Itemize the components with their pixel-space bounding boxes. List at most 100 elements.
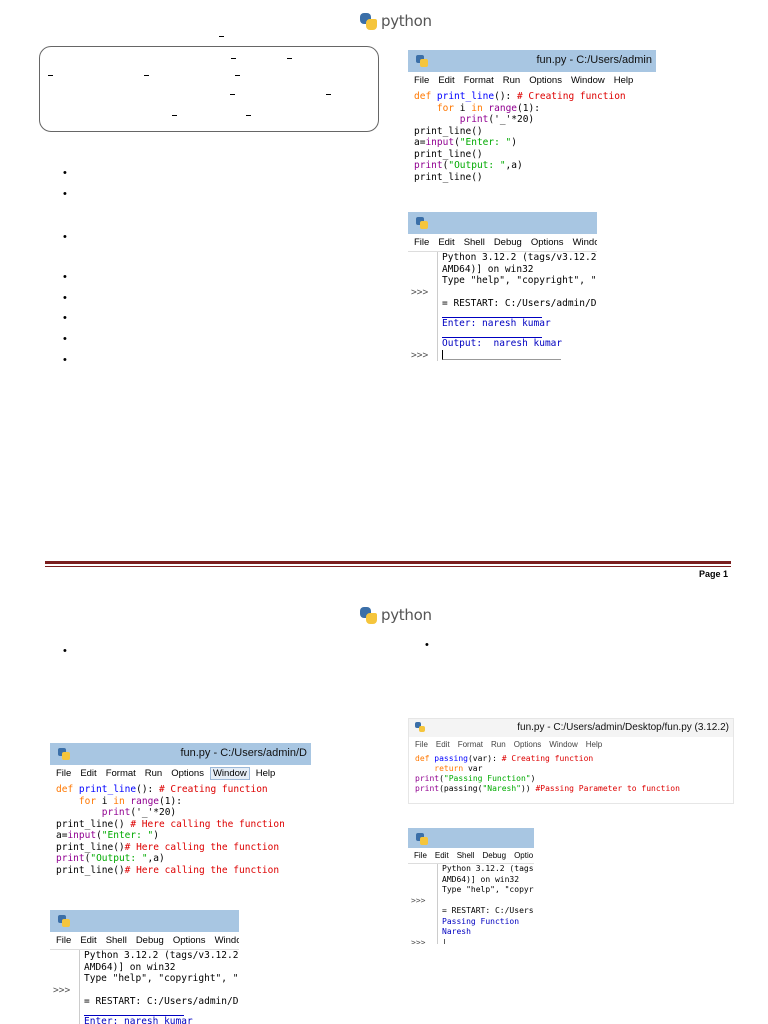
idle-app-icon — [416, 833, 428, 845]
editor-code[interactable]: def print_line(): # Creating function fo… — [50, 782, 311, 878]
editor-titlebar: fun.py - C:/Users/admin/Desktop/fun.py (… — [409, 719, 733, 737]
shell-menubar: File Edit Shell Debug Optio — [408, 848, 534, 863]
shell-text — [442, 310, 542, 318]
code-token: "Passing Function" — [443, 774, 531, 783]
text-dash — [230, 94, 235, 95]
menu-shell[interactable]: Shell — [464, 237, 485, 248]
menu-debug[interactable]: Debug — [136, 935, 164, 946]
code-token: ('_'*20) — [130, 807, 177, 818]
code-token: (): — [136, 784, 159, 795]
bullet: • — [63, 271, 67, 283]
bullet: • — [63, 292, 67, 304]
code-token: def — [414, 91, 437, 102]
menu-file[interactable]: File — [56, 768, 71, 779]
shell-line: = RESTART: C:/Users/admin/D — [408, 298, 597, 310]
menu-options[interactable]: Options — [529, 75, 562, 86]
editor-titlebar: fun.py - C:/Users/admin — [408, 50, 656, 72]
shell-line — [50, 1007, 239, 1016]
menu-format[interactable]: Format — [458, 740, 483, 749]
menu-file[interactable]: File — [415, 740, 428, 749]
shell-line: Type "help", "copyright", " — [50, 973, 239, 985]
code-token: "Output: " — [448, 160, 506, 171]
menu-window[interactable]: Window — [549, 740, 577, 749]
menu-edit[interactable]: Edit — [80, 768, 96, 779]
shell-text: = RESTART: C:/Users — [442, 906, 534, 915]
shell-text — [84, 1008, 184, 1016]
text-dash — [287, 58, 292, 59]
code-line: print('_'*20) — [414, 114, 650, 126]
menu-window[interactable]: Window — [209, 767, 250, 780]
code-token: print_line() — [414, 148, 483, 160]
menu-help[interactable]: Help — [586, 740, 602, 749]
menu-file[interactable]: File — [414, 237, 429, 248]
editor-code[interactable]: def passing(var): # Creating function re… — [409, 752, 733, 796]
shell-prompt — [50, 961, 80, 973]
menu-run[interactable]: Run — [491, 740, 506, 749]
shell-output[interactable]: Python 3.12.2 (tags/v3.12.2 AMD64)] on wi… — [408, 251, 597, 361]
menu-options[interactable]: Options — [514, 740, 542, 749]
code-token: ) — [530, 774, 536, 783]
menu-file[interactable]: File — [414, 75, 429, 86]
shell-text — [438, 896, 442, 907]
code-token: in — [471, 102, 483, 114]
menu-format[interactable]: Format — [464, 75, 494, 86]
shell-line: >>> — [408, 895, 534, 907]
text-dash — [172, 115, 177, 116]
code-line: print_line() — [414, 172, 650, 184]
code-token: # Creating function — [516, 91, 626, 102]
code-line: def print_line(): # Creating function — [414, 91, 650, 103]
shell-prompt — [50, 1016, 80, 1024]
idle-app-icon — [58, 915, 70, 927]
shell-text: Python 3.12.2 (tags/v3.12.2 — [442, 252, 597, 263]
code-token: "Enter: " — [101, 830, 154, 841]
editor-code[interactable]: def print_line(): # Creating function fo… — [408, 89, 656, 185]
menu-edit[interactable]: Edit — [435, 851, 449, 860]
code-token: input — [425, 137, 455, 148]
menu-options[interactable]: Options — [173, 935, 206, 946]
code-token: print — [415, 784, 440, 793]
menu-options[interactable]: Options — [531, 237, 564, 248]
shell-line: Type "help", "copyright", " — [408, 275, 597, 287]
menu-help[interactable]: Help — [614, 75, 634, 86]
menu-optio[interactable]: Optio — [514, 851, 533, 860]
menu-window[interactable]: Window — [571, 75, 605, 86]
code-token: # Creating function — [158, 784, 268, 795]
shell-output[interactable]: Python 3.12.2 (tags/v3.12.2 AMD64)] on wi… — [50, 949, 239, 1024]
menu-debug[interactable]: Debug — [494, 237, 522, 248]
shell-text: Type "help", "copyright", " — [442, 275, 597, 286]
shell-line — [408, 329, 597, 338]
menu-run[interactable]: Run — [503, 75, 520, 86]
menu-shell[interactable]: Shell — [457, 851, 475, 860]
shell-line: Passing Function — [408, 916, 534, 927]
code-token: a= — [414, 137, 426, 148]
code-token: "Output: " — [90, 853, 148, 864]
shell-line: AMD64)] on win32 — [50, 961, 239, 973]
menu-file[interactable]: File — [414, 851, 427, 860]
idle-app-icon — [416, 55, 428, 67]
code-line: def passing(var): # Creating function — [415, 754, 727, 764]
menu-options[interactable]: Options — [171, 768, 204, 779]
shell-output[interactable]: Python 3.12.2 (tags AMD64)] on win32 Type … — [408, 863, 534, 944]
menu-edit[interactable]: Edit — [436, 740, 450, 749]
menu-edit[interactable]: Edit — [80, 935, 96, 946]
menu-shell[interactable]: Shell — [106, 935, 127, 946]
shell-prompt — [408, 309, 438, 318]
shell-text: | — [442, 937, 447, 945]
menu-format[interactable]: Format — [106, 768, 136, 779]
menu-edit[interactable]: Edit — [438, 237, 454, 248]
menu-file[interactable]: File — [56, 935, 71, 946]
menu-windo[interactable]: Windo — [215, 935, 239, 946]
menu-run[interactable]: Run — [145, 768, 162, 779]
shell-text: Output: naresh kumar — [442, 338, 563, 349]
shell-line: >>> | — [408, 937, 534, 945]
menu-debug[interactable]: Debug — [482, 851, 506, 860]
editor-title: fun.py - C:/Users/admin — [536, 54, 652, 66]
editor-title: fun.py - C:/Users/admin/Desktop/fun.py (… — [517, 722, 729, 733]
shell-text: Python 3.12.2 (tags — [442, 864, 534, 873]
menu-help[interactable]: Help — [256, 768, 276, 779]
menu-edit[interactable]: Edit — [438, 75, 454, 86]
menu-window[interactable]: Window — [573, 237, 597, 248]
idle-shell-window-2: File Edit Shell Debug Optio Python 3.12.2 (t… — [408, 828, 534, 944]
